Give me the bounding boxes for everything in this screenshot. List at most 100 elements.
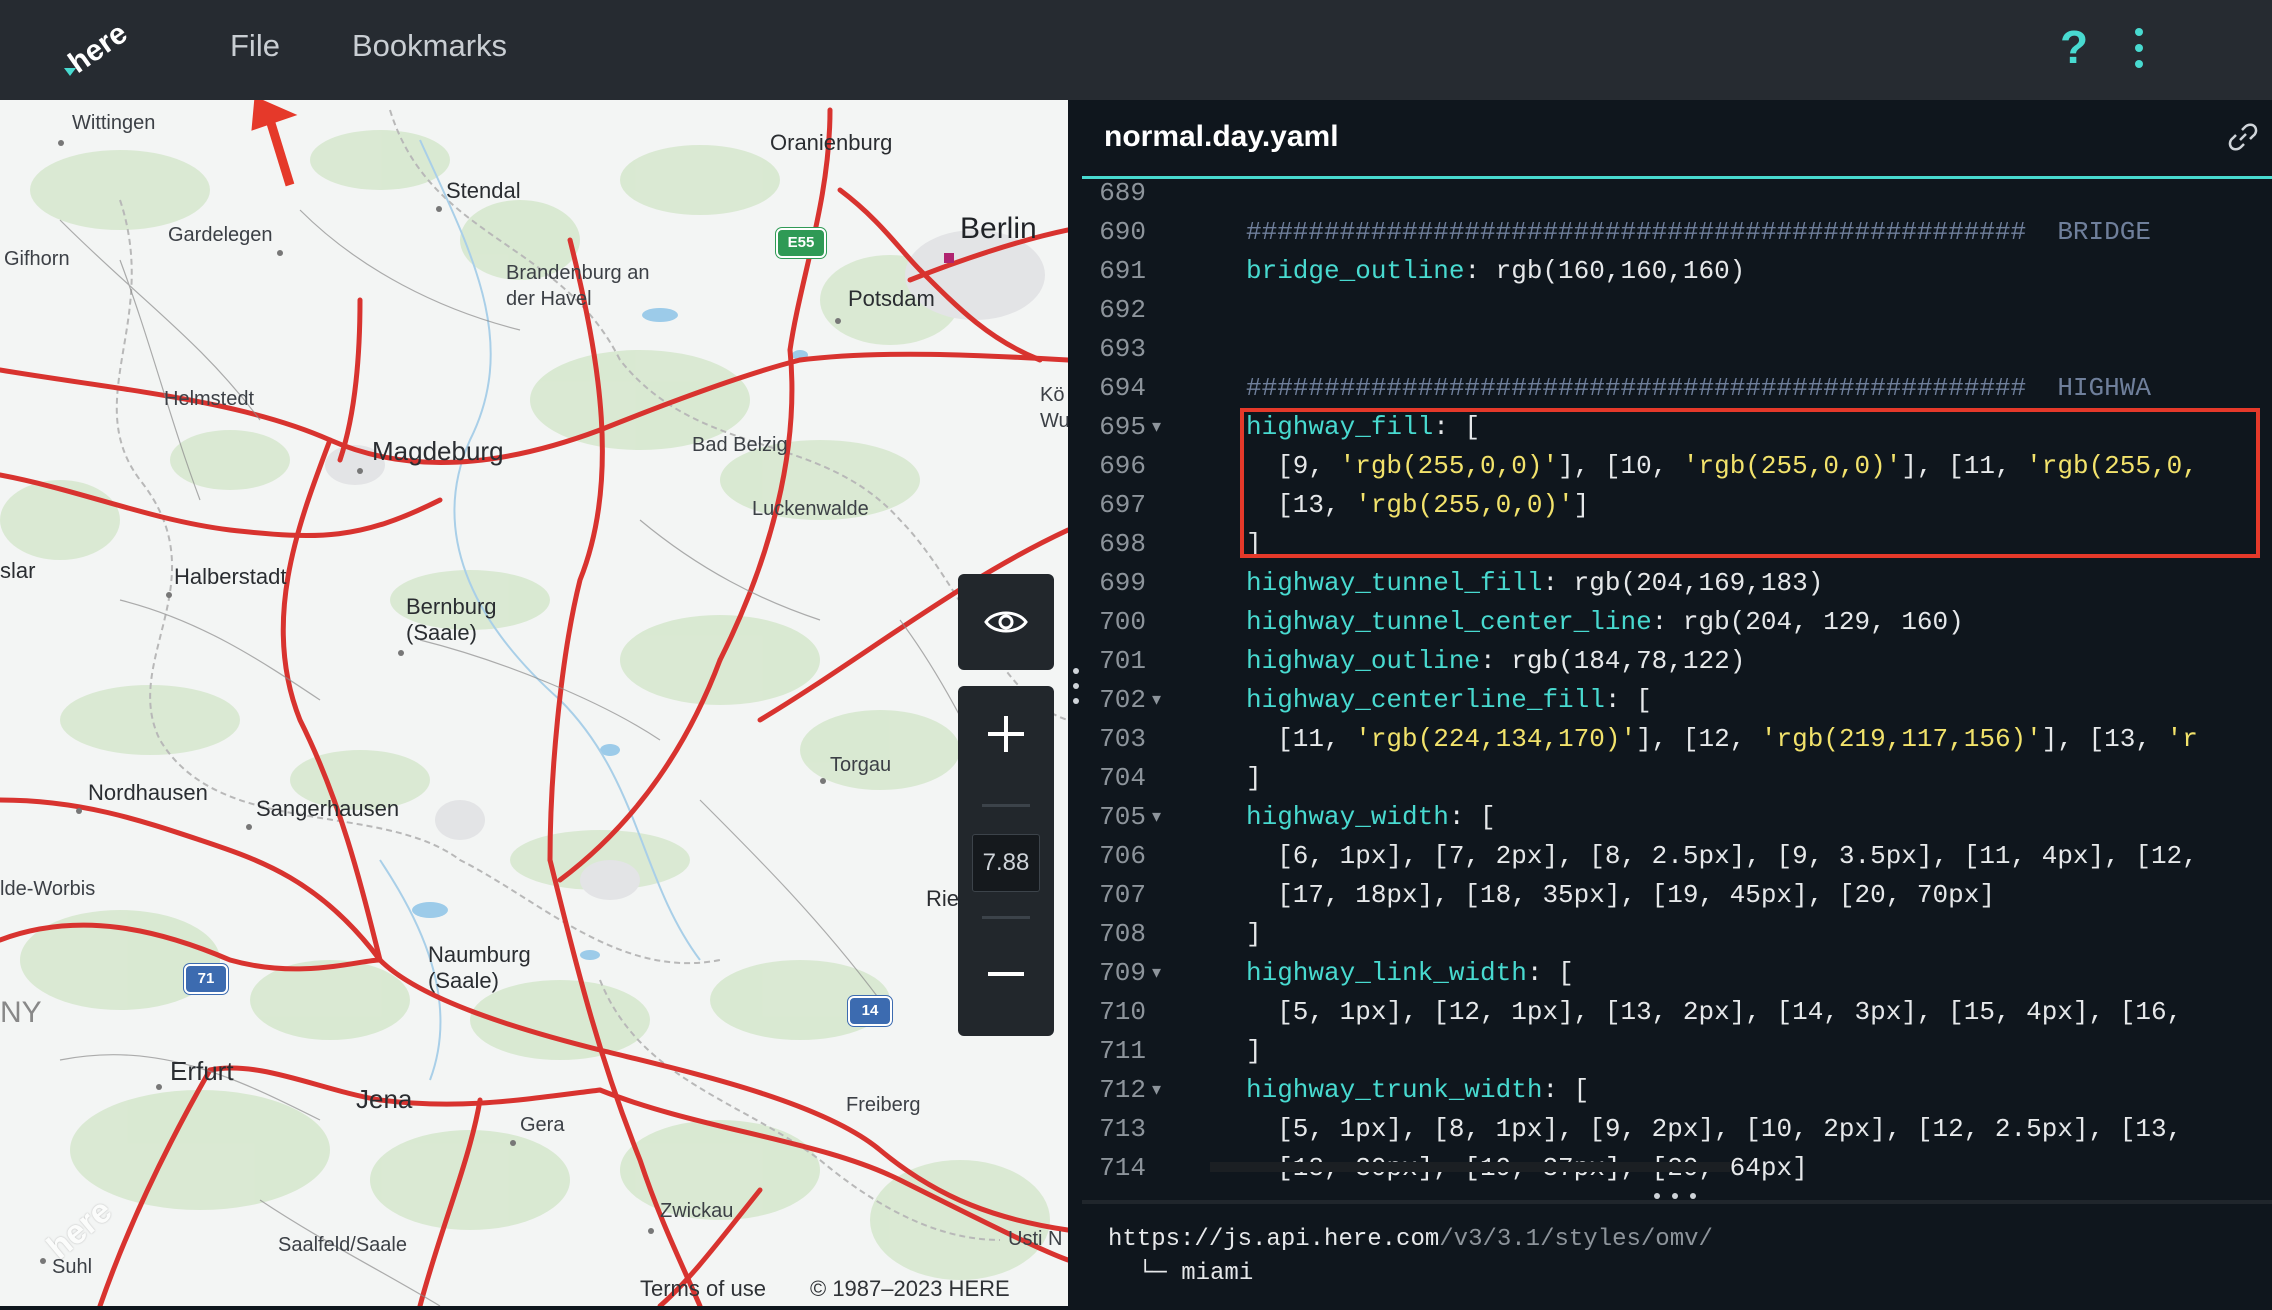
code-line[interactable]: 691 bridge_outline: rgb(160,160,160) [1082, 256, 2272, 295]
code-text[interactable]: ] [1246, 919, 1262, 949]
zoom-level-display: 7.88 [972, 834, 1040, 892]
line-number: 698 [1099, 529, 1146, 559]
code-text[interactable]: highway_centerline_fill: [ [1246, 685, 1652, 715]
line-number: 701 [1099, 646, 1146, 676]
code-text[interactable]: ########################################… [1246, 373, 2151, 403]
place-label: Kö [1040, 384, 1065, 406]
place-label: Wittingen [72, 112, 156, 134]
code-text[interactable]: highway_link_width: [ [1246, 958, 1574, 988]
place-label: Bernburg (Saale) [406, 594, 497, 645]
help-icon[interactable]: ? [2060, 20, 2088, 74]
code-line[interactable]: 700 highway_tunnel_center_line: rgb(204, … [1082, 607, 2272, 646]
url-path: /v3/3.1/styles/omv/ [1439, 1226, 1713, 1253]
code-line[interactable]: 710 [5, 1px], [12, 1px], [13, 2px], [14,… [1082, 997, 2272, 1036]
code-text[interactable]: [5, 1px], [8, 1px], [9, 2px], [10, 2px],… [1246, 1114, 2182, 1144]
place-label: Jena [356, 1084, 413, 1114]
map-view[interactable]: Wittingen Oranienburg Stendal Berlin Gar… [0, 100, 1068, 1306]
code-line[interactable]: 699 highway_tunnel_fill: rgb(204,169,183) [1082, 568, 2272, 607]
menu-file[interactable]: File [230, 28, 280, 64]
place-label: Rie [926, 886, 960, 911]
code-line[interactable]: 702 ▾ highway_centerline_fill: [ [1082, 685, 2272, 724]
line-number: 714 [1099, 1153, 1146, 1183]
place-label: Freiberg [846, 1094, 921, 1116]
code-line[interactable]: 711] [1082, 1036, 2272, 1075]
place-label: Luckenwalde [752, 498, 869, 520]
drag-handle-icon[interactable] [1073, 668, 1079, 713]
fold-toggle-icon[interactable]: ▾ [1152, 806, 1161, 828]
code-text[interactable]: [11, 'rgb(224,134,170)'], [12, 'rgb(219,… [1246, 724, 2198, 754]
fold-toggle-icon[interactable]: ▾ [1152, 962, 1161, 984]
code-text[interactable]: highway_width: [ [1246, 802, 1496, 832]
terms-of-use-link[interactable]: Terms of use [640, 1276, 766, 1306]
style-base-url[interactable]: https://js.api.here.com/v3/3.1/styles/om… [1108, 1226, 1713, 1253]
line-number: 693 [1099, 334, 1146, 364]
city-marker [277, 250, 283, 256]
code-line[interactable]: 712 ▾ highway_trunk_width: [ [1082, 1075, 2272, 1114]
code-text[interactable]: ] [1246, 763, 1262, 793]
code-line[interactable]: 692 [1082, 295, 2272, 334]
code-line[interactable]: 701 highway_outline: rgb(184,78,122) [1082, 646, 2272, 685]
horizontal-scrollbar[interactable] [1210, 1162, 1730, 1172]
road-shield-14: 14 [848, 996, 892, 1026]
city-marker [835, 318, 841, 324]
link-icon[interactable] [2228, 122, 2258, 152]
top-bar: here File Bookmarks ? [0, 0, 2272, 100]
line-number: 689 [1099, 178, 1146, 208]
here-logo[interactable]: here [62, 16, 134, 79]
menu-bookmarks[interactable]: Bookmarks [352, 28, 507, 64]
line-number: 712 [1099, 1075, 1146, 1105]
code-line[interactable]: 709 ▾ highway_link_width: [ [1082, 958, 2272, 997]
place-label: Erfurt [170, 1056, 234, 1086]
line-number: 702 [1099, 685, 1146, 715]
capital-marker [944, 253, 954, 263]
road-shield-71: 71 [184, 964, 228, 994]
place-label: NY [0, 996, 42, 1029]
fold-toggle-icon[interactable]: ▾ [1152, 416, 1161, 438]
line-number: 694 [1099, 373, 1146, 403]
tree-item-miami[interactable]: └─ miami [1138, 1260, 1253, 1287]
layer-visibility-button[interactable] [958, 574, 1054, 670]
place-label: Wu [1040, 410, 1068, 432]
line-number: 708 [1099, 919, 1146, 949]
code-text[interactable]: [6, 1px], [7, 2px], [8, 2.5px], [9, 3.5p… [1246, 841, 2198, 871]
code-text[interactable]: highway_outline: rgb(184,78,122) [1246, 646, 1745, 676]
code-text[interactable]: highway_tunnel_center_line: rgb(204, 129… [1246, 607, 1964, 637]
code-line[interactable]: 690 #####################################… [1082, 217, 2272, 256]
code-text[interactable]: [5, 1px], [12, 1px], [13, 2px], [14, 3px… [1246, 997, 2182, 1027]
code-line[interactable]: 706 [6, 1px], [7, 2px], [8, 2.5px], [9, … [1082, 841, 2272, 880]
place-label: Gera [520, 1114, 565, 1136]
line-number: 700 [1099, 607, 1146, 637]
code-line[interactable]: 689 [1082, 178, 2272, 217]
place-label: Oranienburg [770, 130, 893, 155]
code-line[interactable]: 705 ▾ highway_width: [ [1082, 802, 2272, 841]
code-text[interactable]: [17, 18px], [18, 35px], [19, 45px], [20,… [1246, 880, 1995, 910]
code-line[interactable]: 694 #####################################… [1082, 373, 2272, 412]
highlight-annotation-box [1240, 408, 2260, 558]
fold-toggle-icon[interactable]: ▾ [1152, 689, 1161, 711]
line-number: 690 [1099, 217, 1146, 247]
line-number: 706 [1099, 841, 1146, 871]
code-line[interactable]: 708] [1082, 919, 2272, 958]
fold-toggle-icon[interactable]: ▾ [1152, 1079, 1161, 1101]
eye-icon [984, 611, 1028, 633]
line-number: 704 [1099, 763, 1146, 793]
code-text[interactable]: bridge_outline: rgb(160,160,160) [1246, 256, 1745, 286]
code-line[interactable]: 703 [11, 'rgb(224,134,170)'], [12, 'rgb(… [1082, 724, 2272, 763]
code-line[interactable]: 707 [17, 18px], [18, 35px], [19, 45px], … [1082, 880, 2272, 919]
city-marker [357, 468, 363, 474]
code-text[interactable]: ########################################… [1246, 217, 2151, 247]
zoom-out-icon[interactable] [986, 970, 1026, 978]
more-vertical-icon[interactable] [2132, 28, 2146, 72]
code-text[interactable]: ] [1246, 1036, 1262, 1066]
code-line[interactable]: 704] [1082, 763, 2272, 802]
zoom-in-icon[interactable] [986, 714, 1026, 754]
zoom-control: 7.88 [958, 686, 1054, 1036]
code-line[interactable]: 713 [5, 1px], [8, 1px], [9, 2px], [10, 2… [1082, 1114, 2272, 1153]
code-text[interactable]: highway_tunnel_fill: rgb(204,169,183) [1246, 568, 1823, 598]
code-text[interactable]: highway_trunk_width: [ [1246, 1075, 1589, 1105]
line-number: 699 [1099, 568, 1146, 598]
zoom-divider [982, 804, 1030, 807]
city-marker [820, 778, 826, 784]
code-line[interactable]: 693 [1082, 334, 2272, 373]
line-number: 691 [1099, 256, 1146, 286]
